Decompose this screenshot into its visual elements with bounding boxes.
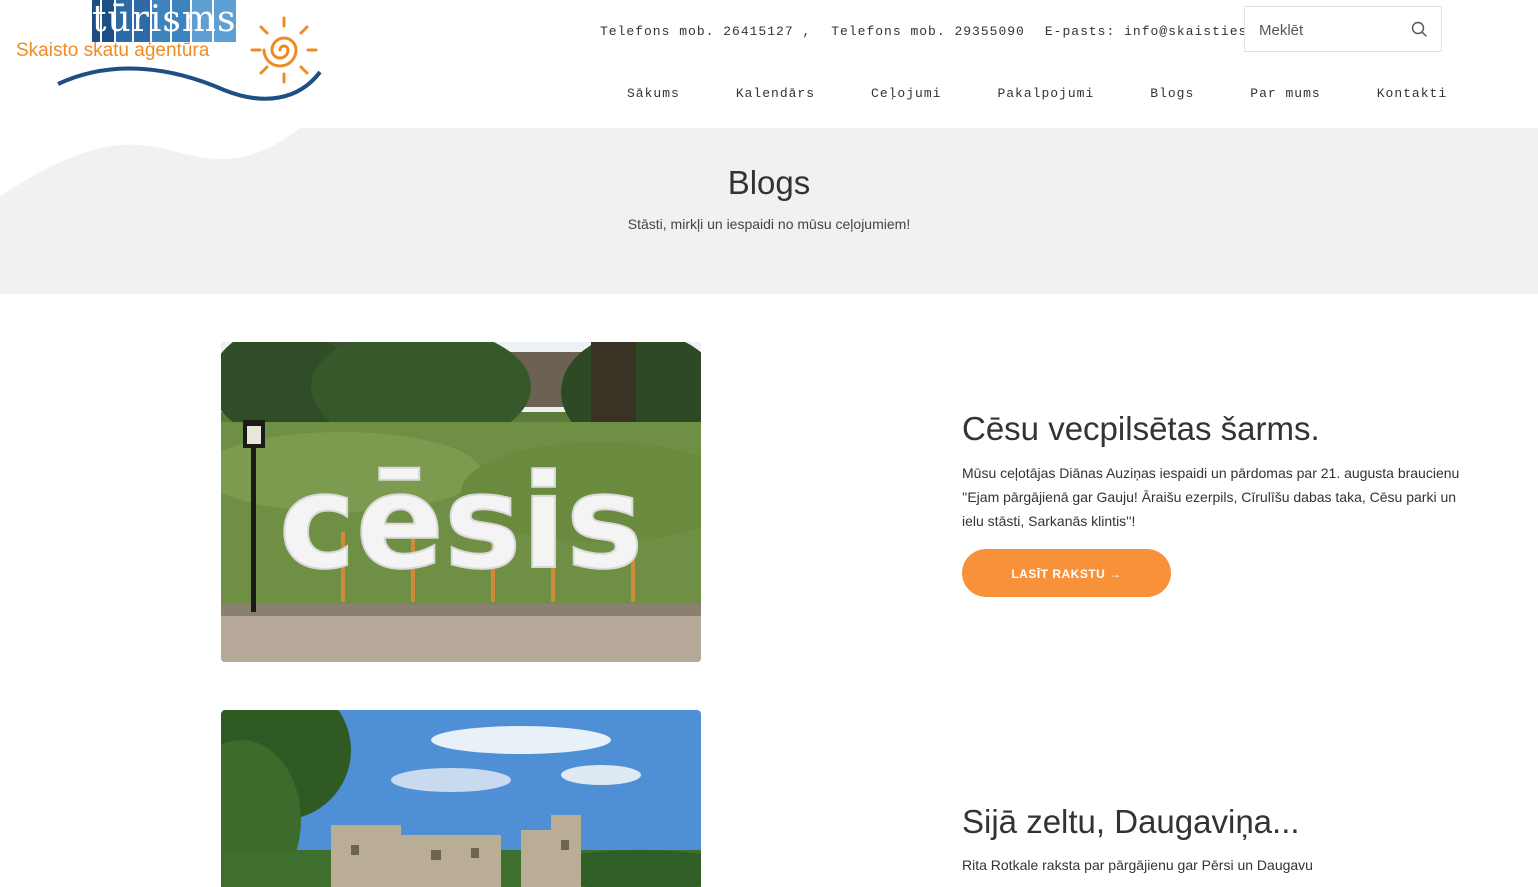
site-logo[interactable]: tūrisms Skaisto skatu aģentūra [14,0,324,110]
post-excerpt: Rita Rotkale raksta par pārgājienu gar P… [962,857,1313,873]
logo-sun-icon [250,16,318,84]
search-input[interactable] [1245,7,1411,53]
ruins-photo [221,710,701,887]
post-image-daugava[interactable] [221,710,701,887]
search-icon[interactable] [1411,21,1427,37]
phone-2[interactable]: Telefons mob. 29355090 [831,24,1025,39]
post-image-cesis[interactable]: cēsis [221,342,701,662]
post-excerpt: Mūsu ceļotājas Diānas Auziņas iespaidi u… [962,465,1460,529]
nav-item-sakums[interactable]: Sākums [627,86,680,101]
nav-item-blogs[interactable]: Blogs [1150,86,1194,101]
search-box [1244,6,1442,53]
post-title[interactable]: Cēsu vecpilsētas šarms. [962,410,1320,448]
nav-item-kalendars[interactable]: Kalendārs [736,86,815,101]
nav-item-pakalpojumi[interactable]: Pakalpojumi [997,86,1094,101]
logo-brand-text: tūrisms [92,0,237,40]
cesis-photo: cēsis [221,342,701,662]
read-article-button[interactable]: LASĪT RAKSTU → [962,549,1171,597]
logo-tagline: Skaisto skatu aģentūra [16,40,210,61]
cesis-sign-text: cēsis [279,446,644,598]
nav-item-kontakti[interactable]: Kontakti [1377,86,1447,101]
page-title: Blogs [727,164,811,201]
page-banner: Blogs Stāsti, mirkļi un iespaidi no mūsu… [0,128,1538,294]
nav-item-celojumi[interactable]: Ceļojumi [871,86,941,101]
phone-1[interactable]: Telefons mob. 26415127 , [600,24,811,39]
main-nav: Sākums Kalendārs Ceļojumi Pakalpojumi Bl… [600,86,1447,101]
nav-item-par-mums[interactable]: Par mums [1250,86,1320,101]
page-subtitle: Stāsti, mirkļi un iespaidi no mūsu ceļoj… [627,216,911,232]
post-title[interactable]: Sijā zeltu, Daugaviņa... [962,803,1300,841]
site-header: tūrisms Skaisto skatu aģentūra Telefons … [0,0,1538,128]
contact-info: Telefons mob. 26415127 , Telefons mob. 29… [600,24,1329,39]
